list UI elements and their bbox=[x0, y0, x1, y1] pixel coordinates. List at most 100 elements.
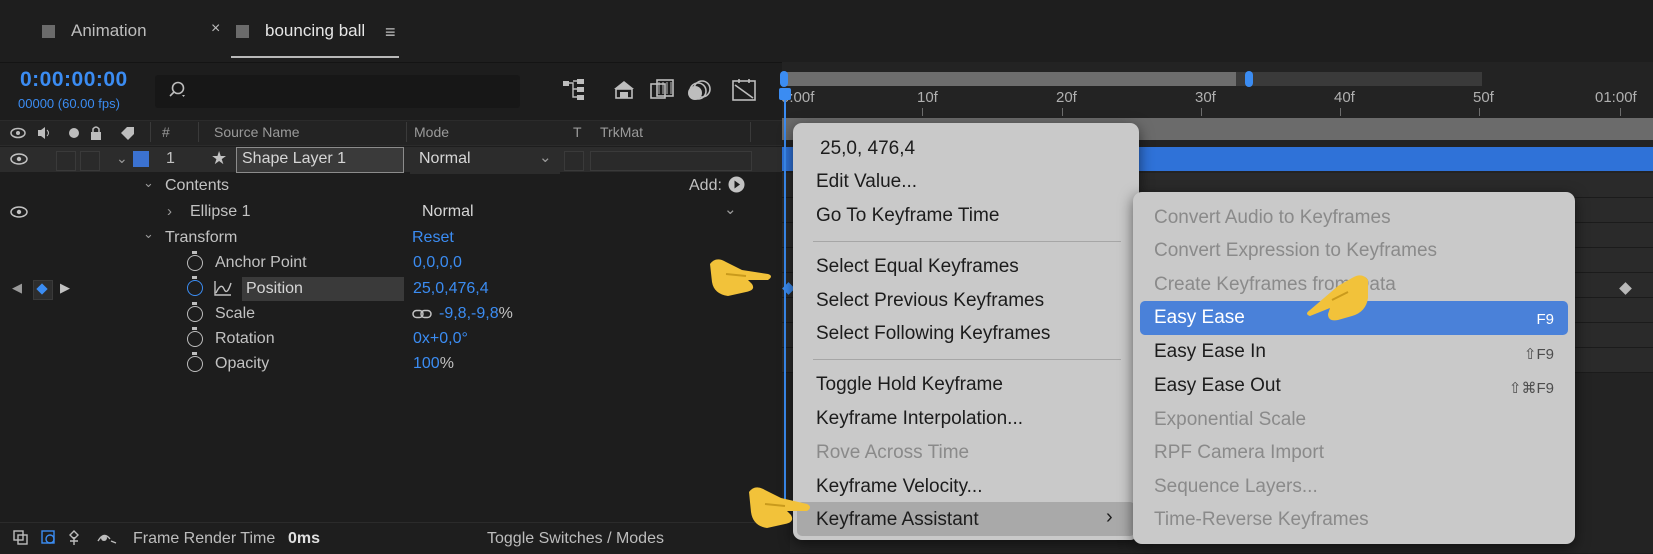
easy-ease-shortcut: F9 bbox=[1536, 311, 1554, 328]
submenu-item-rpf-camera-import: RPF Camera Import bbox=[1154, 442, 1324, 463]
current-time-display[interactable]: 0:00:00:00 bbox=[20, 68, 128, 92]
ellipse-mode-value: Normal bbox=[422, 203, 474, 220]
navigator-end-handle[interactable] bbox=[1245, 71, 1253, 87]
trkmat-dropdown[interactable] bbox=[590, 151, 752, 171]
menu-item-edit-value[interactable]: Edit Value... bbox=[816, 171, 917, 193]
menu-item-select-following-keyframes[interactable]: Select Following Keyframes bbox=[816, 323, 1050, 345]
frame-blending-icon[interactable] bbox=[648, 76, 676, 104]
time-navigator-range[interactable] bbox=[786, 72, 1236, 86]
navigator-start-handle[interactable] bbox=[780, 71, 788, 87]
ruler-label: 40f bbox=[1334, 89, 1355, 106]
menu-separator bbox=[813, 241, 1121, 242]
chevron-right-icon: › bbox=[1106, 506, 1113, 528]
menu-item-keyframe-assistant[interactable]: Keyframe Assistant bbox=[816, 509, 979, 531]
column-divider bbox=[198, 122, 199, 142]
column-mode[interactable]: Mode bbox=[414, 124, 449, 140]
next-keyframe-icon[interactable]: ▶ bbox=[60, 280, 70, 296]
menu-item-toggle-hold-keyframe[interactable]: Toggle Hold Keyframe bbox=[816, 374, 1003, 396]
easy-ease-out-shortcut: ⇧⌘F9 bbox=[1508, 380, 1554, 397]
submenu-item-easy-ease-out[interactable]: Easy Ease Out bbox=[1154, 375, 1281, 397]
reset-link[interactable]: Reset bbox=[412, 229, 454, 247]
menu-item-keyframe-velocity[interactable]: Keyframe Velocity... bbox=[816, 476, 983, 498]
stopwatch-icon[interactable] bbox=[187, 251, 203, 271]
frame-count: 00000 (60.00 fps) bbox=[18, 96, 120, 111]
ruler-tick bbox=[1620, 108, 1621, 116]
layer-name: Shape Layer 1 bbox=[242, 150, 347, 167]
pointing-hand-icon bbox=[710, 259, 771, 296]
search-input[interactable] bbox=[155, 75, 520, 108]
solo-switch[interactable] bbox=[56, 151, 76, 171]
previous-keyframe-icon[interactable]: ◀ bbox=[12, 280, 22, 296]
panel-menu-icon[interactable]: ≡ bbox=[385, 22, 396, 43]
eye-icon[interactable] bbox=[10, 153, 28, 165]
toggle-switches-modes-button[interactable]: Toggle Switches / Modes bbox=[487, 530, 664, 548]
chevron-down-icon[interactable]: ⌄ bbox=[116, 150, 128, 167]
transform-label: Transform bbox=[165, 229, 238, 246]
add-label: Add: bbox=[689, 177, 722, 194]
graph-icon[interactable] bbox=[214, 280, 232, 296]
ruler-label: 20f bbox=[1056, 89, 1077, 106]
motion-blur-icon[interactable] bbox=[686, 76, 714, 104]
preserve-transparency-switch[interactable] bbox=[564, 151, 584, 171]
tab-animation[interactable]: Animation bbox=[42, 18, 147, 44]
ruler-label: 50f bbox=[1473, 89, 1494, 106]
chevron-down-icon: ⌄ bbox=[539, 149, 552, 166]
eye-icon[interactable] bbox=[10, 206, 28, 218]
tab-label: bouncing ball bbox=[265, 21, 366, 40]
av-features-icons[interactable] bbox=[10, 125, 138, 141]
layer-index: 1 bbox=[166, 150, 175, 167]
chevron-right-icon[interactable]: › bbox=[167, 203, 172, 220]
tab-bouncing-ball[interactable]: bouncing ball bbox=[236, 18, 365, 44]
column-number: # bbox=[162, 124, 170, 140]
current-time-indicator-head[interactable] bbox=[779, 88, 791, 100]
composition-flowchart-icon[interactable] bbox=[560, 76, 588, 104]
draft-3d-icon[interactable] bbox=[610, 76, 638, 104]
position-value[interactable]: 25,0,476,4 bbox=[413, 280, 489, 298]
contents-label: Contents bbox=[165, 177, 230, 194]
tab-label: Animation bbox=[71, 21, 147, 40]
pointing-hand-icon bbox=[749, 487, 810, 528]
column-trkmat[interactable]: TrkMat bbox=[600, 124, 643, 140]
ruler-label: 30f bbox=[1195, 89, 1216, 106]
submenu-item-exponential-scale: Exponential Scale bbox=[1154, 409, 1307, 430]
pointing-hand-icon bbox=[1307, 275, 1368, 321]
submenu-item-easy-ease[interactable]: Easy Ease bbox=[1154, 307, 1245, 329]
menu-item-go-to-keyframe-time[interactable]: Go To Keyframe Time bbox=[816, 205, 999, 227]
submenu-item-time-reverse-keyframes: Time-Reverse Keyframes bbox=[1154, 509, 1369, 530]
stopwatch-icon[interactable] bbox=[187, 352, 203, 372]
stopwatch-active-icon[interactable] bbox=[187, 276, 203, 296]
submenu-item-convert-expression: Convert Expression to Keyframes bbox=[1154, 240, 1438, 261]
property-position: Position bbox=[246, 280, 303, 297]
add-menu-icon[interactable] bbox=[728, 176, 745, 193]
menu-item-keyframe-interpolation[interactable]: Keyframe Interpolation... bbox=[816, 408, 1023, 430]
menu-item-select-previous-keyframes[interactable]: Select Previous Keyframes bbox=[816, 290, 1044, 312]
menu-separator bbox=[813, 359, 1121, 360]
chevron-down-icon[interactable]: ⌄ bbox=[143, 226, 154, 242]
lock-switch[interactable] bbox=[80, 151, 100, 171]
search-icon bbox=[169, 81, 185, 97]
easy-ease-in-shortcut: ⇧F9 bbox=[1523, 346, 1554, 363]
chevron-down-icon: ⌄ bbox=[724, 201, 737, 218]
constrain-proportions-link-icon[interactable] bbox=[412, 309, 432, 319]
tab-close-icon[interactable]: × bbox=[211, 20, 220, 38]
anchor-point-value[interactable]: 0,0,0,0 bbox=[413, 254, 462, 272]
menu-item-select-equal-keyframes[interactable]: Select Equal Keyframes bbox=[816, 256, 1019, 278]
property-scale: Scale bbox=[215, 305, 256, 322]
chevron-down-icon[interactable]: ⌄ bbox=[143, 175, 154, 191]
rotation-value[interactable]: 0x+0,0° bbox=[413, 330, 468, 348]
graph-editor-icon[interactable] bbox=[730, 76, 758, 104]
composition-icon bbox=[236, 24, 249, 38]
opacity-value-group[interactable]: 100% bbox=[413, 355, 454, 373]
scale-value-group[interactable]: -9,8,-9,8% bbox=[439, 305, 513, 323]
frame-render-time-label: Frame Render Time bbox=[133, 530, 276, 547]
bottom-toggles-icons[interactable] bbox=[12, 529, 122, 547]
submenu-item-easy-ease-in[interactable]: Easy Ease In bbox=[1154, 341, 1266, 363]
column-t: T bbox=[573, 124, 582, 140]
shape-star-icon: ★ bbox=[211, 148, 228, 168]
label-color-swatch[interactable] bbox=[133, 151, 149, 167]
ruler-tick bbox=[922, 108, 923, 116]
stopwatch-icon[interactable] bbox=[187, 327, 203, 347]
ellipse-label: Ellipse 1 bbox=[190, 203, 251, 220]
stopwatch-icon[interactable] bbox=[187, 302, 203, 322]
column-source-name[interactable]: Source Name bbox=[214, 124, 300, 140]
